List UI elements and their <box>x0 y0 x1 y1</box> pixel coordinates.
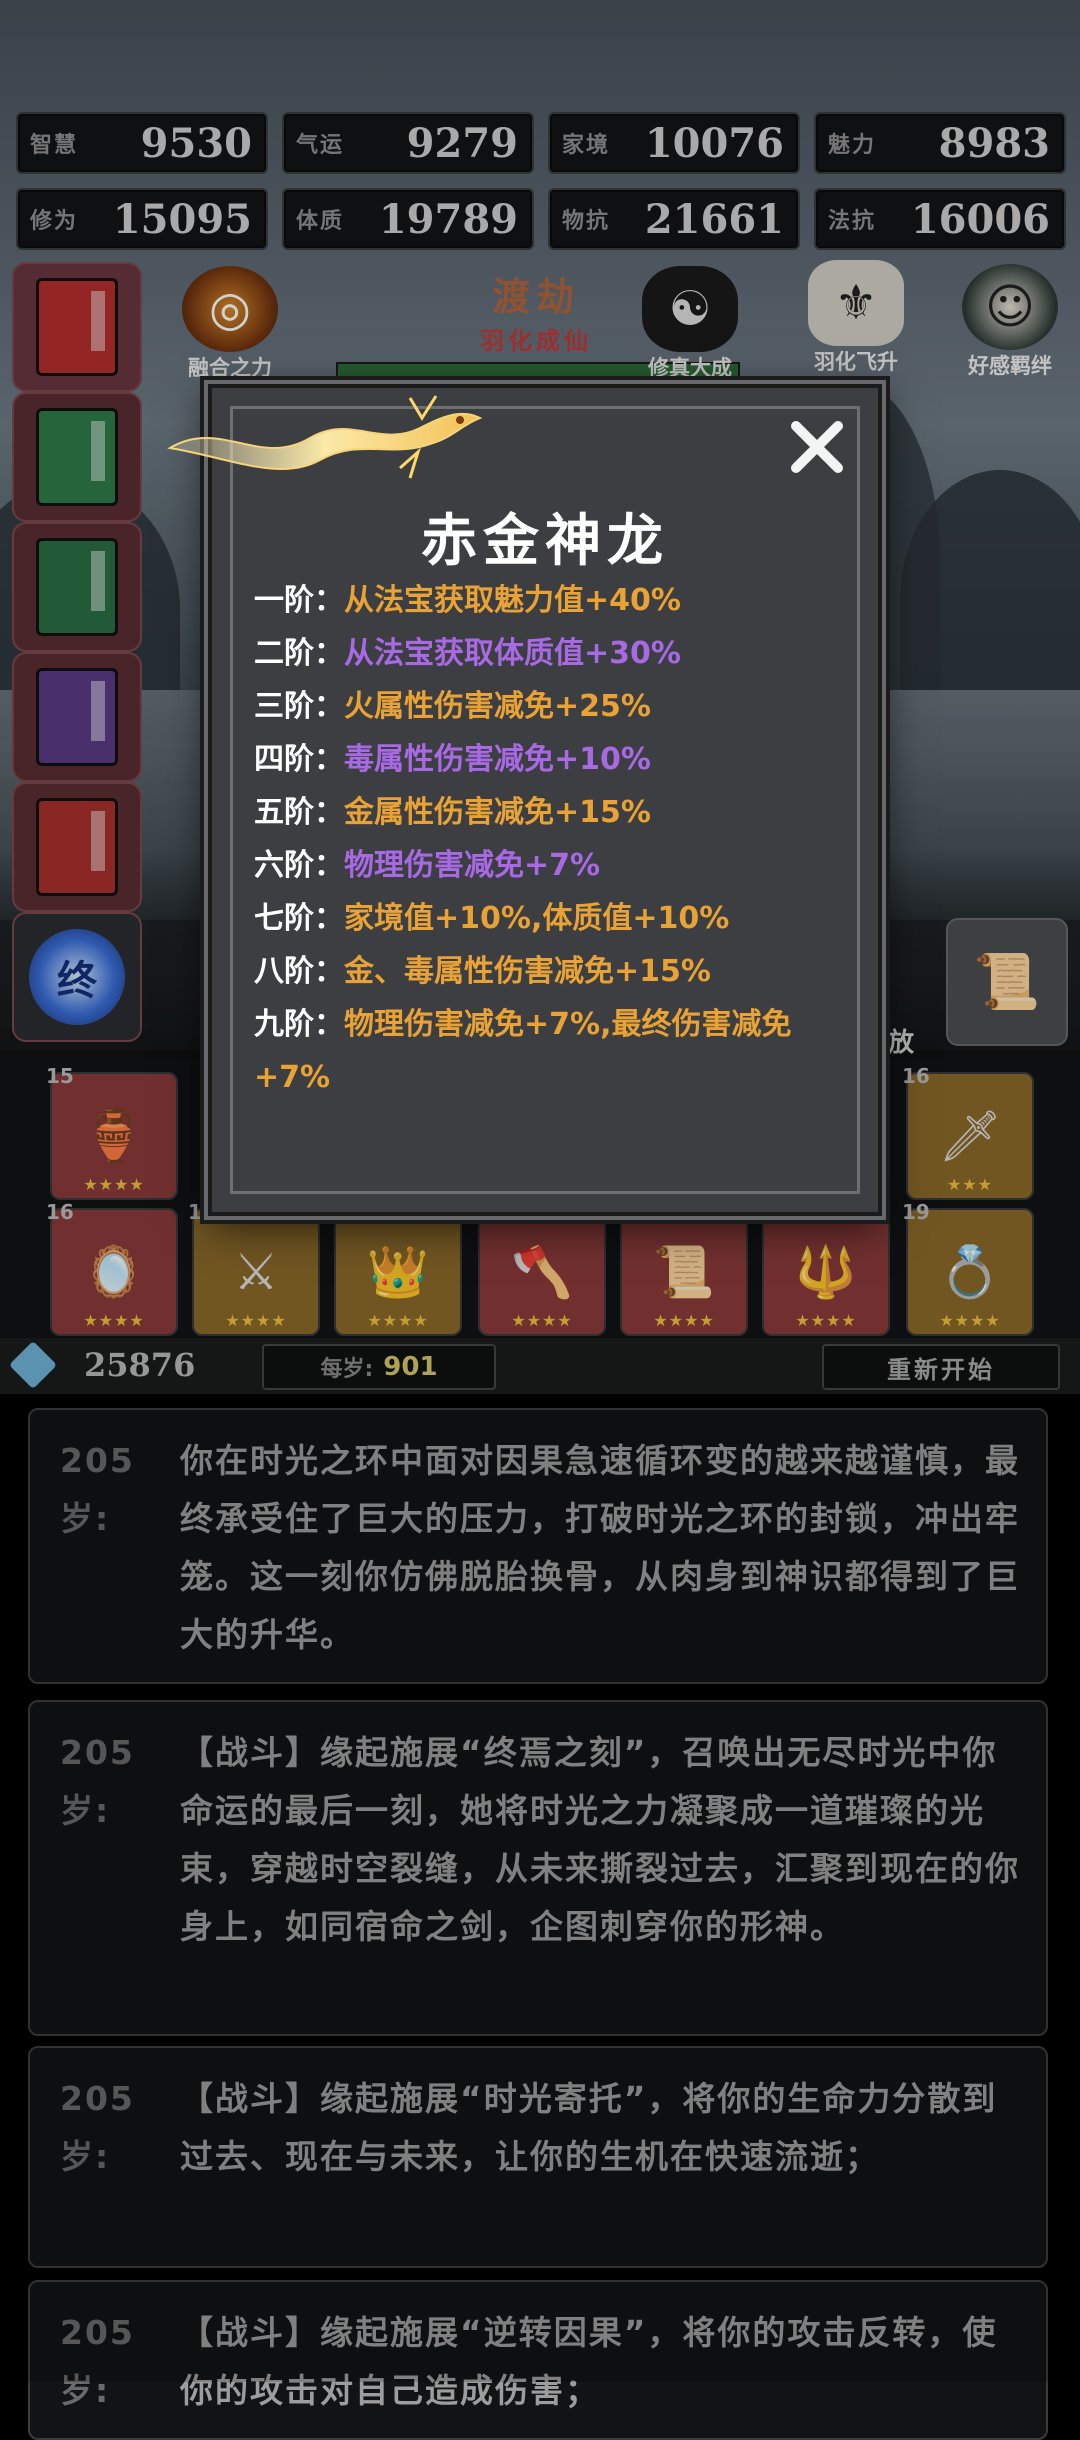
tier-item: 三阶：火属性伤害减免+25% <box>254 689 651 724</box>
tier-item: 一阶：从法宝获取魅力值+40% <box>254 583 681 618</box>
popup-title: 赤金神龙 <box>421 509 669 574</box>
tier-item: 六阶：物理伤害减免+7% <box>254 848 601 883</box>
golden-dragon-icon <box>167 395 483 479</box>
close-icon[interactable] <box>788 418 846 476</box>
tier-item: 七阶：家境值+10%,体质值+10% <box>254 901 730 936</box>
tier-item: 五阶：金属性伤害减免+15% <box>254 795 651 830</box>
tier-item: 九阶：物理伤害减免+7%,最终伤害减免+7% <box>254 1007 792 1095</box>
tier-item: 二阶：从法宝获取体质值+30% <box>254 636 681 671</box>
tier-item: 八阶：金、毒属性伤害减免+15% <box>254 954 711 989</box>
artifact-detail-popup: 赤金神龙 一阶：从法宝获取魅力值+40% 二阶：从法宝获取体质值+30% 三阶：… <box>167 384 882 1216</box>
tier-list: 一阶：从法宝获取魅力值+40% 二阶：从法宝获取体质值+30% 三阶：火属性伤害… <box>254 574 852 1104</box>
tier-item: 四阶：毒属性伤害减免+10% <box>254 742 651 777</box>
